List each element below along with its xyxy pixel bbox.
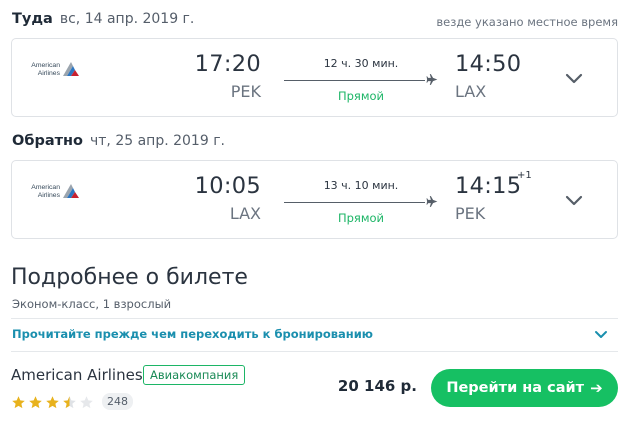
rating-count-badge: 248 — [102, 393, 133, 410]
departure-airport-code: LAX — [229, 204, 261, 223]
agent-type-badge: Авиакомпания — [143, 365, 246, 385]
return-header: Обратно чт, 25 апр. 2019 г. — [12, 133, 225, 149]
star-empty-icon — [80, 396, 93, 409]
american-airlines-logo: American Airlines — [28, 182, 84, 204]
outbound-flight-card[interactable]: American Airlines 17:20 PEK 12 ч. 30 мин… — [11, 38, 618, 117]
star-half-icon — [63, 396, 76, 409]
arrival-time: 14:50 — [455, 51, 522, 77]
stops-label: Прямой — [337, 89, 385, 103]
outbound-header: Туда вс, 14 апр. 2019 г. — [12, 11, 194, 27]
outbound-title: Туда — [12, 11, 53, 27]
flight-duration: 12 ч. 30 мин. — [323, 57, 399, 70]
agent-name: American Airlines — [11, 366, 143, 384]
star-icon — [12, 396, 25, 409]
star-icon — [29, 396, 42, 409]
flight-duration: 13 ч. 10 мин. — [323, 179, 399, 192]
departure-airport-code: PEK — [230, 82, 261, 101]
plane-icon — [426, 74, 438, 85]
read-before-booking-link[interactable]: Прочитайте прежде чем переходить к брони… — [12, 327, 373, 341]
departure-time: 10:05 — [194, 173, 261, 199]
logo-text-line2: Airlines — [37, 191, 60, 199]
divider — [11, 351, 618, 352]
chevron-down-icon[interactable] — [594, 330, 608, 339]
return-date: чт, 25 апр. 2019 г. — [90, 133, 225, 149]
chevron-down-icon[interactable] — [565, 195, 583, 207]
logo-text-line2: Airlines — [37, 69, 60, 77]
ticket-details-title: Подробнее о билете — [11, 265, 248, 290]
rating-stars — [11, 395, 94, 410]
divider — [11, 318, 618, 319]
arrival-time: 14:15 — [455, 173, 522, 199]
ticket-class-info: Эконом-класс, 1 взрослый — [12, 297, 172, 311]
stops-label: Прямой — [337, 211, 385, 225]
return-flight-card[interactable]: American Airlines 10:05 LAX 13 ч. 10 мин… — [11, 160, 618, 239]
star-icon — [46, 396, 59, 409]
arrival-airport-code: PEK — [455, 204, 486, 223]
american-airlines-logo: American Airlines — [28, 60, 84, 82]
route-line — [284, 80, 425, 81]
route-line — [284, 202, 425, 203]
departure-time: 17:20 — [194, 51, 261, 77]
logo-text-line1: American — [31, 62, 60, 69]
go-to-site-button[interactable]: Перейти на сайт ➔ — [431, 369, 618, 407]
arrival-day-offset: +1 — [517, 170, 532, 181]
ticket-price: 20 146 р. — [337, 377, 417, 395]
arrow-right-icon: ➔ — [590, 379, 603, 397]
logo-text-line1: American — [31, 184, 60, 191]
route-info: 13 ч. 10 мин. Прямой — [283, 175, 439, 225]
chevron-down-icon[interactable] — [565, 73, 583, 85]
plane-icon — [426, 196, 438, 207]
outbound-date: вс, 14 апр. 2019 г. — [59, 11, 195, 27]
go-to-site-label: Перейти на сайт — [446, 380, 585, 396]
timezone-note: везде указано местное время — [436, 15, 618, 29]
arrival-airport-code: LAX — [455, 82, 487, 101]
route-info: 12 ч. 30 мин. Прямой — [283, 53, 439, 103]
return-title: Обратно — [12, 133, 83, 149]
